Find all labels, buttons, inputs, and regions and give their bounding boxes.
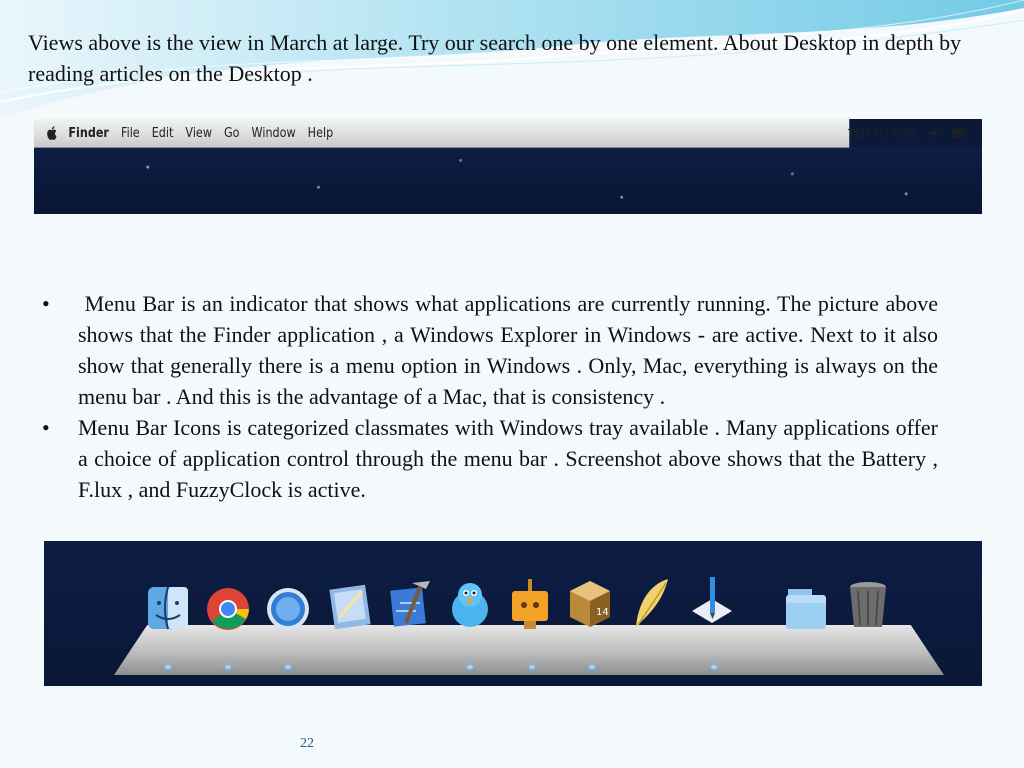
running-indicator	[165, 665, 171, 669]
preview-icon	[329, 584, 371, 630]
bullet-item-menu-bar-icons: • Menu Bar Icons is categorized classmat…	[40, 412, 938, 505]
menu-edit: Edit	[151, 125, 174, 141]
running-indicator	[285, 665, 291, 669]
bullet-marker: •	[42, 415, 50, 440]
folder-icon	[786, 589, 826, 629]
menu-finder: Finder	[68, 125, 109, 141]
running-indicator	[589, 665, 595, 669]
bullet-list: • Menu Bar is an indicator that shows wh…	[40, 288, 938, 505]
bullet-marker: •	[42, 291, 50, 316]
trash-icon	[850, 582, 886, 627]
menu-bar-tray: TEN TO ONE	[848, 119, 966, 147]
running-indicator	[467, 665, 473, 669]
bullet-text: Menu Bar is an indicator that shows what…	[78, 291, 944, 409]
running-indicator	[711, 665, 717, 669]
apple-logo-icon	[47, 126, 57, 140]
twitterrific-icon	[452, 583, 488, 627]
dock-screenshot: 14	[44, 541, 982, 686]
chrome-icon	[207, 588, 249, 630]
stamp-icon	[512, 579, 548, 629]
battery-icon	[952, 128, 966, 138]
pen-app-icon	[692, 577, 732, 623]
menu-go: Go	[224, 125, 240, 141]
menu-bar-screenshot: Finder File Edit View Go Window Help TEN…	[34, 119, 982, 214]
mac-menu-bar: Finder File Edit View Go Window Help	[34, 119, 850, 148]
menu-help: Help	[307, 125, 334, 141]
xcode-icon	[390, 581, 430, 627]
svg-text:14: 14	[596, 607, 609, 618]
fuzzy-clock-text: TEN TO ONE	[847, 126, 916, 140]
finder-icon	[148, 586, 188, 630]
menu-window: Window	[251, 125, 296, 141]
bullet-item-menu-bar: • Menu Bar is an indicator that shows wh…	[40, 288, 938, 412]
bullet-text: Menu Bar Icons is categorized classmates…	[78, 415, 938, 502]
flux-icon	[928, 127, 940, 139]
intro-paragraph: Views above is the view in March at larg…	[28, 30, 962, 86]
cube-app-icon: 14	[570, 581, 610, 627]
safari-icon	[267, 588, 309, 630]
page-number: 22	[300, 736, 314, 751]
running-indicator	[529, 665, 535, 669]
running-indicator	[225, 665, 231, 669]
menu-view: View	[185, 125, 212, 141]
feather-icon	[636, 579, 668, 627]
menu-file: File	[120, 125, 140, 141]
desktop-background	[34, 147, 982, 214]
